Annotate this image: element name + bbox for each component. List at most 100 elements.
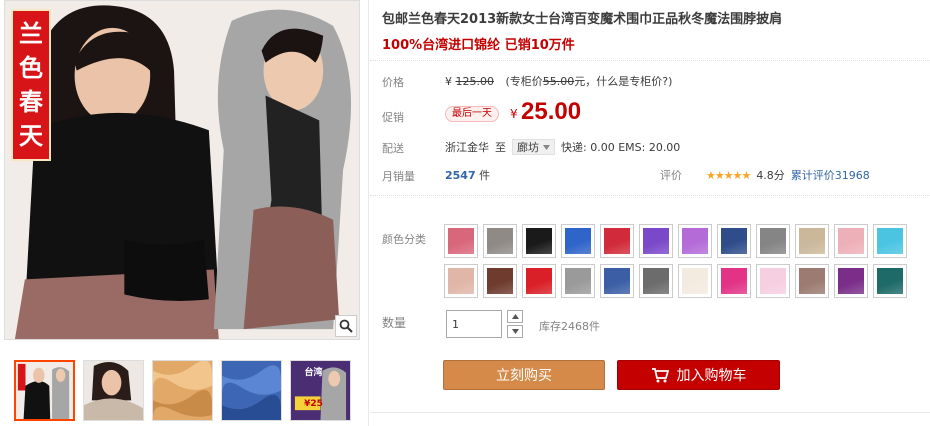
quantity-input[interactable] bbox=[446, 310, 502, 338]
bottom-divider bbox=[370, 412, 930, 413]
thumbnail-image bbox=[222, 361, 281, 420]
swatch-color-chip bbox=[682, 228, 708, 254]
original-price: 125.00 bbox=[455, 75, 495, 88]
swatch-color-chip bbox=[643, 228, 669, 254]
shipping-row: 浙江金华 至 廊坊 快递: 0.00 EMS: 20.00 bbox=[445, 139, 680, 155]
color-swatch[interactable] bbox=[639, 224, 673, 258]
city-value: 廊坊 bbox=[517, 141, 539, 154]
color-swatch[interactable] bbox=[639, 264, 673, 298]
thumbnail-3[interactable] bbox=[152, 360, 213, 421]
thumbnail-1[interactable] bbox=[14, 360, 75, 421]
add-to-cart-button[interactable]: 加入购物车 bbox=[617, 360, 780, 390]
brand-badge: 兰 色 春 天 bbox=[11, 9, 51, 161]
rating-row: 评价 ★★★★★ 4.8分 累计评价31968 bbox=[660, 167, 870, 183]
swatch-color-chip bbox=[448, 268, 474, 294]
swatch-color-chip bbox=[604, 228, 630, 254]
buy-now-button[interactable]: 立刻购买 bbox=[443, 360, 605, 390]
sales-unit: 件 bbox=[479, 169, 491, 182]
color-swatch[interactable] bbox=[795, 224, 829, 258]
color-swatch[interactable] bbox=[795, 264, 829, 298]
thumbnail-4[interactable] bbox=[221, 360, 282, 421]
color-swatch[interactable] bbox=[756, 264, 790, 298]
color-swatch[interactable] bbox=[873, 224, 907, 258]
price-row: ¥ 125.00 (专柜价55.00元，什么是专柜价?) bbox=[445, 73, 672, 89]
counter-price-link[interactable]: 元，什么是专柜价?) bbox=[574, 75, 672, 88]
review-count-link[interactable]: 累计评价31968 bbox=[791, 167, 870, 183]
color-swatch[interactable] bbox=[483, 224, 517, 258]
add-to-cart-label: 加入购物车 bbox=[676, 368, 747, 384]
brand-char: 色 bbox=[19, 53, 43, 82]
color-label: 颜色分类 bbox=[382, 233, 426, 246]
swatch-color-chip bbox=[526, 268, 552, 294]
color-swatch[interactable] bbox=[522, 264, 556, 298]
color-swatch[interactable] bbox=[522, 224, 556, 258]
swatch-color-chip bbox=[838, 228, 864, 254]
cart-icon bbox=[651, 368, 669, 383]
price-label: 价格 bbox=[382, 76, 404, 89]
thumbnail-image bbox=[16, 362, 73, 419]
swatch-color-chip bbox=[643, 268, 669, 294]
color-swatch[interactable] bbox=[561, 224, 595, 258]
quantity-decrease-button[interactable] bbox=[507, 325, 523, 338]
color-swatch[interactable] bbox=[444, 264, 478, 298]
color-swatch[interactable] bbox=[717, 224, 751, 258]
swatch-color-chip bbox=[604, 268, 630, 294]
color-swatch[interactable] bbox=[834, 264, 868, 298]
shipping-label: 配送 bbox=[382, 142, 404, 155]
zoom-button[interactable] bbox=[335, 315, 357, 337]
thumbnail-image bbox=[84, 361, 143, 420]
magnifier-icon bbox=[339, 319, 353, 333]
product-photo-illustration bbox=[5, 1, 359, 339]
color-swatch[interactable] bbox=[756, 224, 790, 258]
thumbnail-2[interactable] bbox=[83, 360, 144, 421]
color-swatch[interactable] bbox=[678, 264, 712, 298]
swatch-color-chip bbox=[877, 268, 903, 294]
swatch-color-chip bbox=[448, 228, 474, 254]
promo-tag: 最后一天 bbox=[445, 106, 499, 122]
swatch-color-chip bbox=[721, 268, 747, 294]
color-swatch[interactable] bbox=[483, 264, 517, 298]
star-rating-icon: ★★★★★ bbox=[706, 168, 751, 182]
thumbnail-5[interactable]: 台湾 ¥25 bbox=[290, 360, 351, 421]
color-swatch[interactable] bbox=[873, 264, 907, 298]
swatch-color-chip bbox=[799, 228, 825, 254]
brand-char: 天 bbox=[19, 121, 43, 150]
sales-count: 2547 件 bbox=[445, 167, 490, 183]
stock-count: 库存2468件 bbox=[539, 320, 600, 333]
product-title: 包邮兰色春天2013新款女士台湾百变魔术围巾正品秋冬魔法围脖披肩 bbox=[382, 12, 783, 27]
price-currency: ¥ bbox=[445, 75, 452, 88]
thumbnail-price: ¥25 bbox=[304, 399, 323, 409]
sales-label: 月销量 bbox=[382, 170, 415, 183]
quantity-increase-button[interactable] bbox=[507, 310, 523, 323]
color-swatch[interactable] bbox=[678, 224, 712, 258]
swatch-color-chip bbox=[526, 228, 552, 254]
swatch-color-chip bbox=[799, 268, 825, 294]
buy-now-label: 立刻购买 bbox=[496, 368, 552, 384]
counter-price-prefix: (专柜价 bbox=[505, 75, 543, 88]
shipping-fee: 快递: 0.00 EMS: 20.00 bbox=[561, 141, 681, 154]
brand-char: 兰 bbox=[19, 19, 43, 48]
swatch-color-chip bbox=[760, 228, 786, 254]
swatch-color-chip bbox=[682, 268, 708, 294]
color-swatch[interactable] bbox=[600, 264, 634, 298]
swatch-color-chip bbox=[838, 268, 864, 294]
thumbnail-caption: 台湾 bbox=[304, 368, 323, 378]
promo-price: 25.00 bbox=[521, 98, 582, 125]
thumbnail-image bbox=[153, 361, 212, 420]
city-select[interactable]: 廊坊 bbox=[512, 139, 555, 155]
color-swatch[interactable] bbox=[600, 224, 634, 258]
color-swatch[interactable] bbox=[717, 264, 751, 298]
sales-number: 2547 bbox=[445, 169, 476, 182]
quantity-label: 数量 bbox=[382, 316, 407, 330]
promo-label: 促销 bbox=[382, 111, 404, 124]
color-swatch[interactable] bbox=[444, 224, 478, 258]
color-swatch[interactable] bbox=[834, 224, 868, 258]
promo-currency: ¥ bbox=[510, 107, 518, 121]
chevron-down-icon bbox=[511, 329, 519, 334]
swatch-color-chip bbox=[760, 268, 786, 294]
brand-char: 春 bbox=[19, 87, 43, 116]
main-product-image[interactable]: 兰 色 春 天 bbox=[4, 0, 360, 340]
product-subtitle: 100%台湾进口锦纶 已销10万件 bbox=[382, 38, 575, 53]
color-swatch[interactable] bbox=[561, 264, 595, 298]
swatch-color-chip bbox=[721, 228, 747, 254]
